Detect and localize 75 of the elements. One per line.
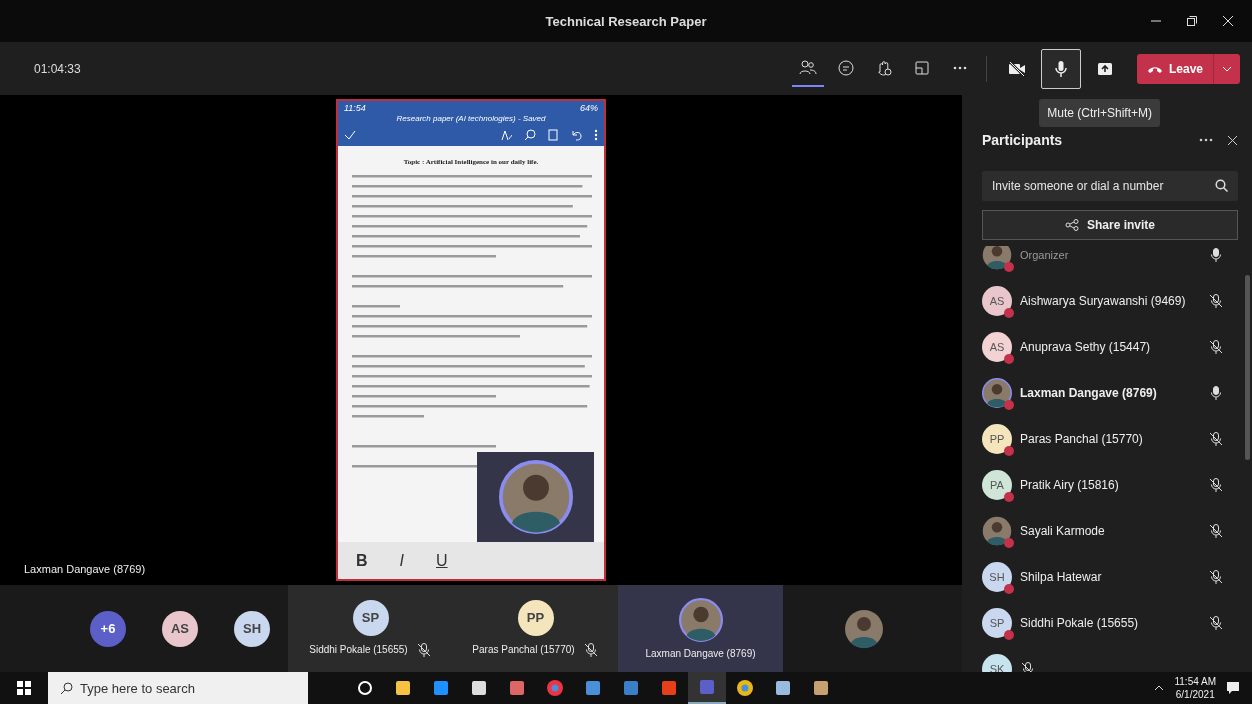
chevron-up-icon[interactable]	[1154, 685, 1165, 691]
close-icon[interactable]	[1227, 134, 1238, 146]
mic-button[interactable]	[1040, 48, 1081, 89]
battery-level: 64%	[580, 103, 598, 113]
notification-icon[interactable]	[1226, 681, 1240, 695]
participant-name[interactable]: Shilpa Hatewar	[1020, 570, 1200, 584]
window-title: Technical Research Paper	[545, 13, 707, 29]
participant-avatar: AS	[162, 610, 198, 647]
participant-avatar: PP	[517, 599, 554, 636]
participant-avatar: PP	[982, 424, 1012, 454]
participant-avatar: PA	[982, 470, 1012, 500]
teams-taskbar-button[interactable]	[688, 672, 726, 704]
more-icon	[952, 65, 967, 70]
bold-format-button[interactable]: B	[356, 551, 368, 570]
underline-format-button[interactable]: U	[436, 551, 448, 570]
meeting-timer: 01:04:33	[34, 61, 82, 76]
participant-avatar: SP	[352, 599, 389, 636]
taskbar-search-field[interactable]: Type here to search	[48, 672, 308, 704]
check-icon	[344, 129, 356, 141]
participant-avatar: SH	[234, 610, 270, 647]
more-participants-badge[interactable]: +6	[90, 610, 126, 647]
status-dot	[1004, 446, 1014, 456]
participant-name[interactable]: Aishwarya Suryawanshi (9469)	[1020, 294, 1200, 308]
italic-format-button[interactable]: I	[399, 551, 404, 570]
status-dot	[1004, 630, 1014, 640]
participant-name[interactable]: Sayali Karmode	[1020, 524, 1200, 538]
search-icon	[1215, 179, 1228, 192]
participant-avatar: AS	[982, 286, 1012, 316]
participant-avatar: SH	[982, 562, 1012, 592]
avatar-photo-placeholder	[678, 598, 723, 642]
participant-name[interactable]: Siddhi Pokale (15655)	[1020, 616, 1200, 630]
avatar-photo-placeholder	[982, 246, 1012, 270]
participant-name: Paras Panchal (15770)	[472, 644, 575, 655]
status-dot	[1004, 308, 1014, 318]
avatar-photo-placeholder	[982, 516, 1012, 546]
chevron-down-icon	[1222, 65, 1232, 72]
document-title: Research paper (AI technologies) - Saved	[395, 114, 547, 123]
app-icon	[545, 678, 565, 698]
status-dot	[1004, 538, 1014, 548]
participant-name[interactable]: Pratik Airy (15816)	[1020, 478, 1200, 492]
more-icon	[594, 129, 598, 141]
phone-icon	[548, 129, 558, 141]
search-icon	[60, 682, 73, 695]
restore-icon	[1186, 15, 1198, 27]
pen-icon	[500, 129, 512, 141]
participant-avatar: AS	[982, 332, 1012, 362]
panel-title: Participants	[982, 132, 1064, 148]
scrollbar[interactable]	[1245, 275, 1250, 460]
share-icon	[1065, 219, 1079, 231]
phone-time: 11:54	[344, 103, 366, 113]
invite-search-field[interactable]: Invite someone or dial a number	[982, 171, 1238, 201]
participant-name[interactable]: Laxman Dangave (8769)	[1020, 386, 1200, 400]
status-dot	[1004, 584, 1014, 594]
undo-icon	[570, 129, 582, 141]
more-icon[interactable]	[1199, 138, 1213, 142]
share-invite-button[interactable]: Share invite	[982, 210, 1238, 240]
taskbar-clock[interactable]: 11:54 AM 6/1/2021	[1174, 676, 1216, 700]
avatar-photo-placeholder	[844, 608, 884, 649]
avatar-photo-placeholder	[982, 378, 1012, 408]
participant-name[interactable]: Anuprava Sethy (15447)	[1020, 340, 1200, 354]
status-dot	[1004, 354, 1014, 364]
participant-name[interactable]: Paras Panchal (15770)	[1020, 432, 1200, 446]
status-dot	[1004, 400, 1014, 410]
participant-name: Siddhi Pokale (15655)	[309, 644, 408, 655]
search-icon	[524, 129, 536, 141]
speaker-name: Laxman Dangave (8769)	[24, 563, 146, 575]
close-icon	[1222, 15, 1234, 27]
windows-logo-icon	[17, 681, 31, 695]
participant-name: Laxman Dangave (8769)	[645, 648, 756, 659]
participant-role: Organizer	[1020, 249, 1070, 261]
status-dot	[1004, 262, 1014, 272]
participant-avatar: SP	[982, 608, 1012, 638]
status-dot	[1004, 492, 1014, 502]
tooltip: Mute (Ctrl+Shift+M)	[1039, 99, 1160, 127]
chat-icon	[835, 57, 856, 78]
